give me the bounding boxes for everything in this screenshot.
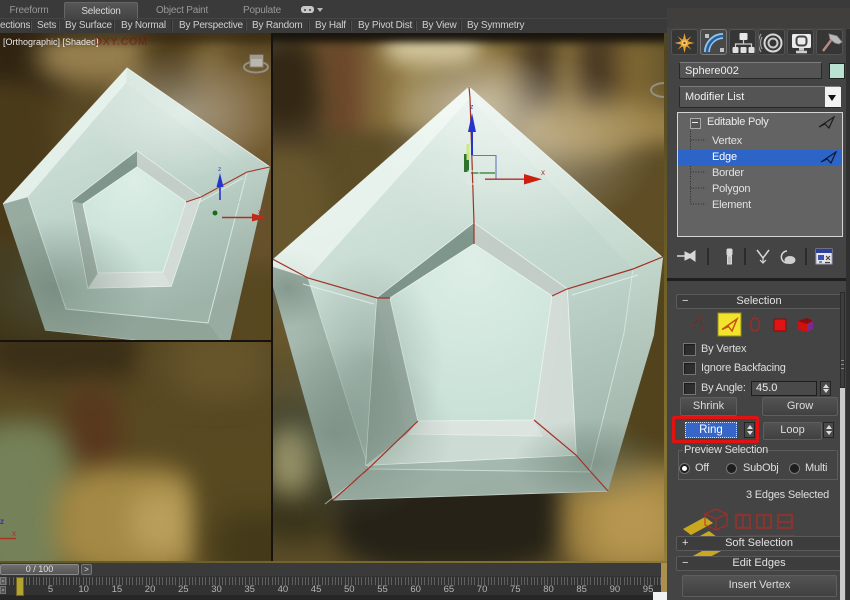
svg-text:x: x <box>12 529 16 538</box>
svg-text:z: z <box>218 166 221 173</box>
svg-text:x: x <box>541 168 545 177</box>
svg-text:z: z <box>470 104 474 111</box>
svg-text:z: z <box>0 517 4 526</box>
svg-text:x: x <box>258 209 262 216</box>
